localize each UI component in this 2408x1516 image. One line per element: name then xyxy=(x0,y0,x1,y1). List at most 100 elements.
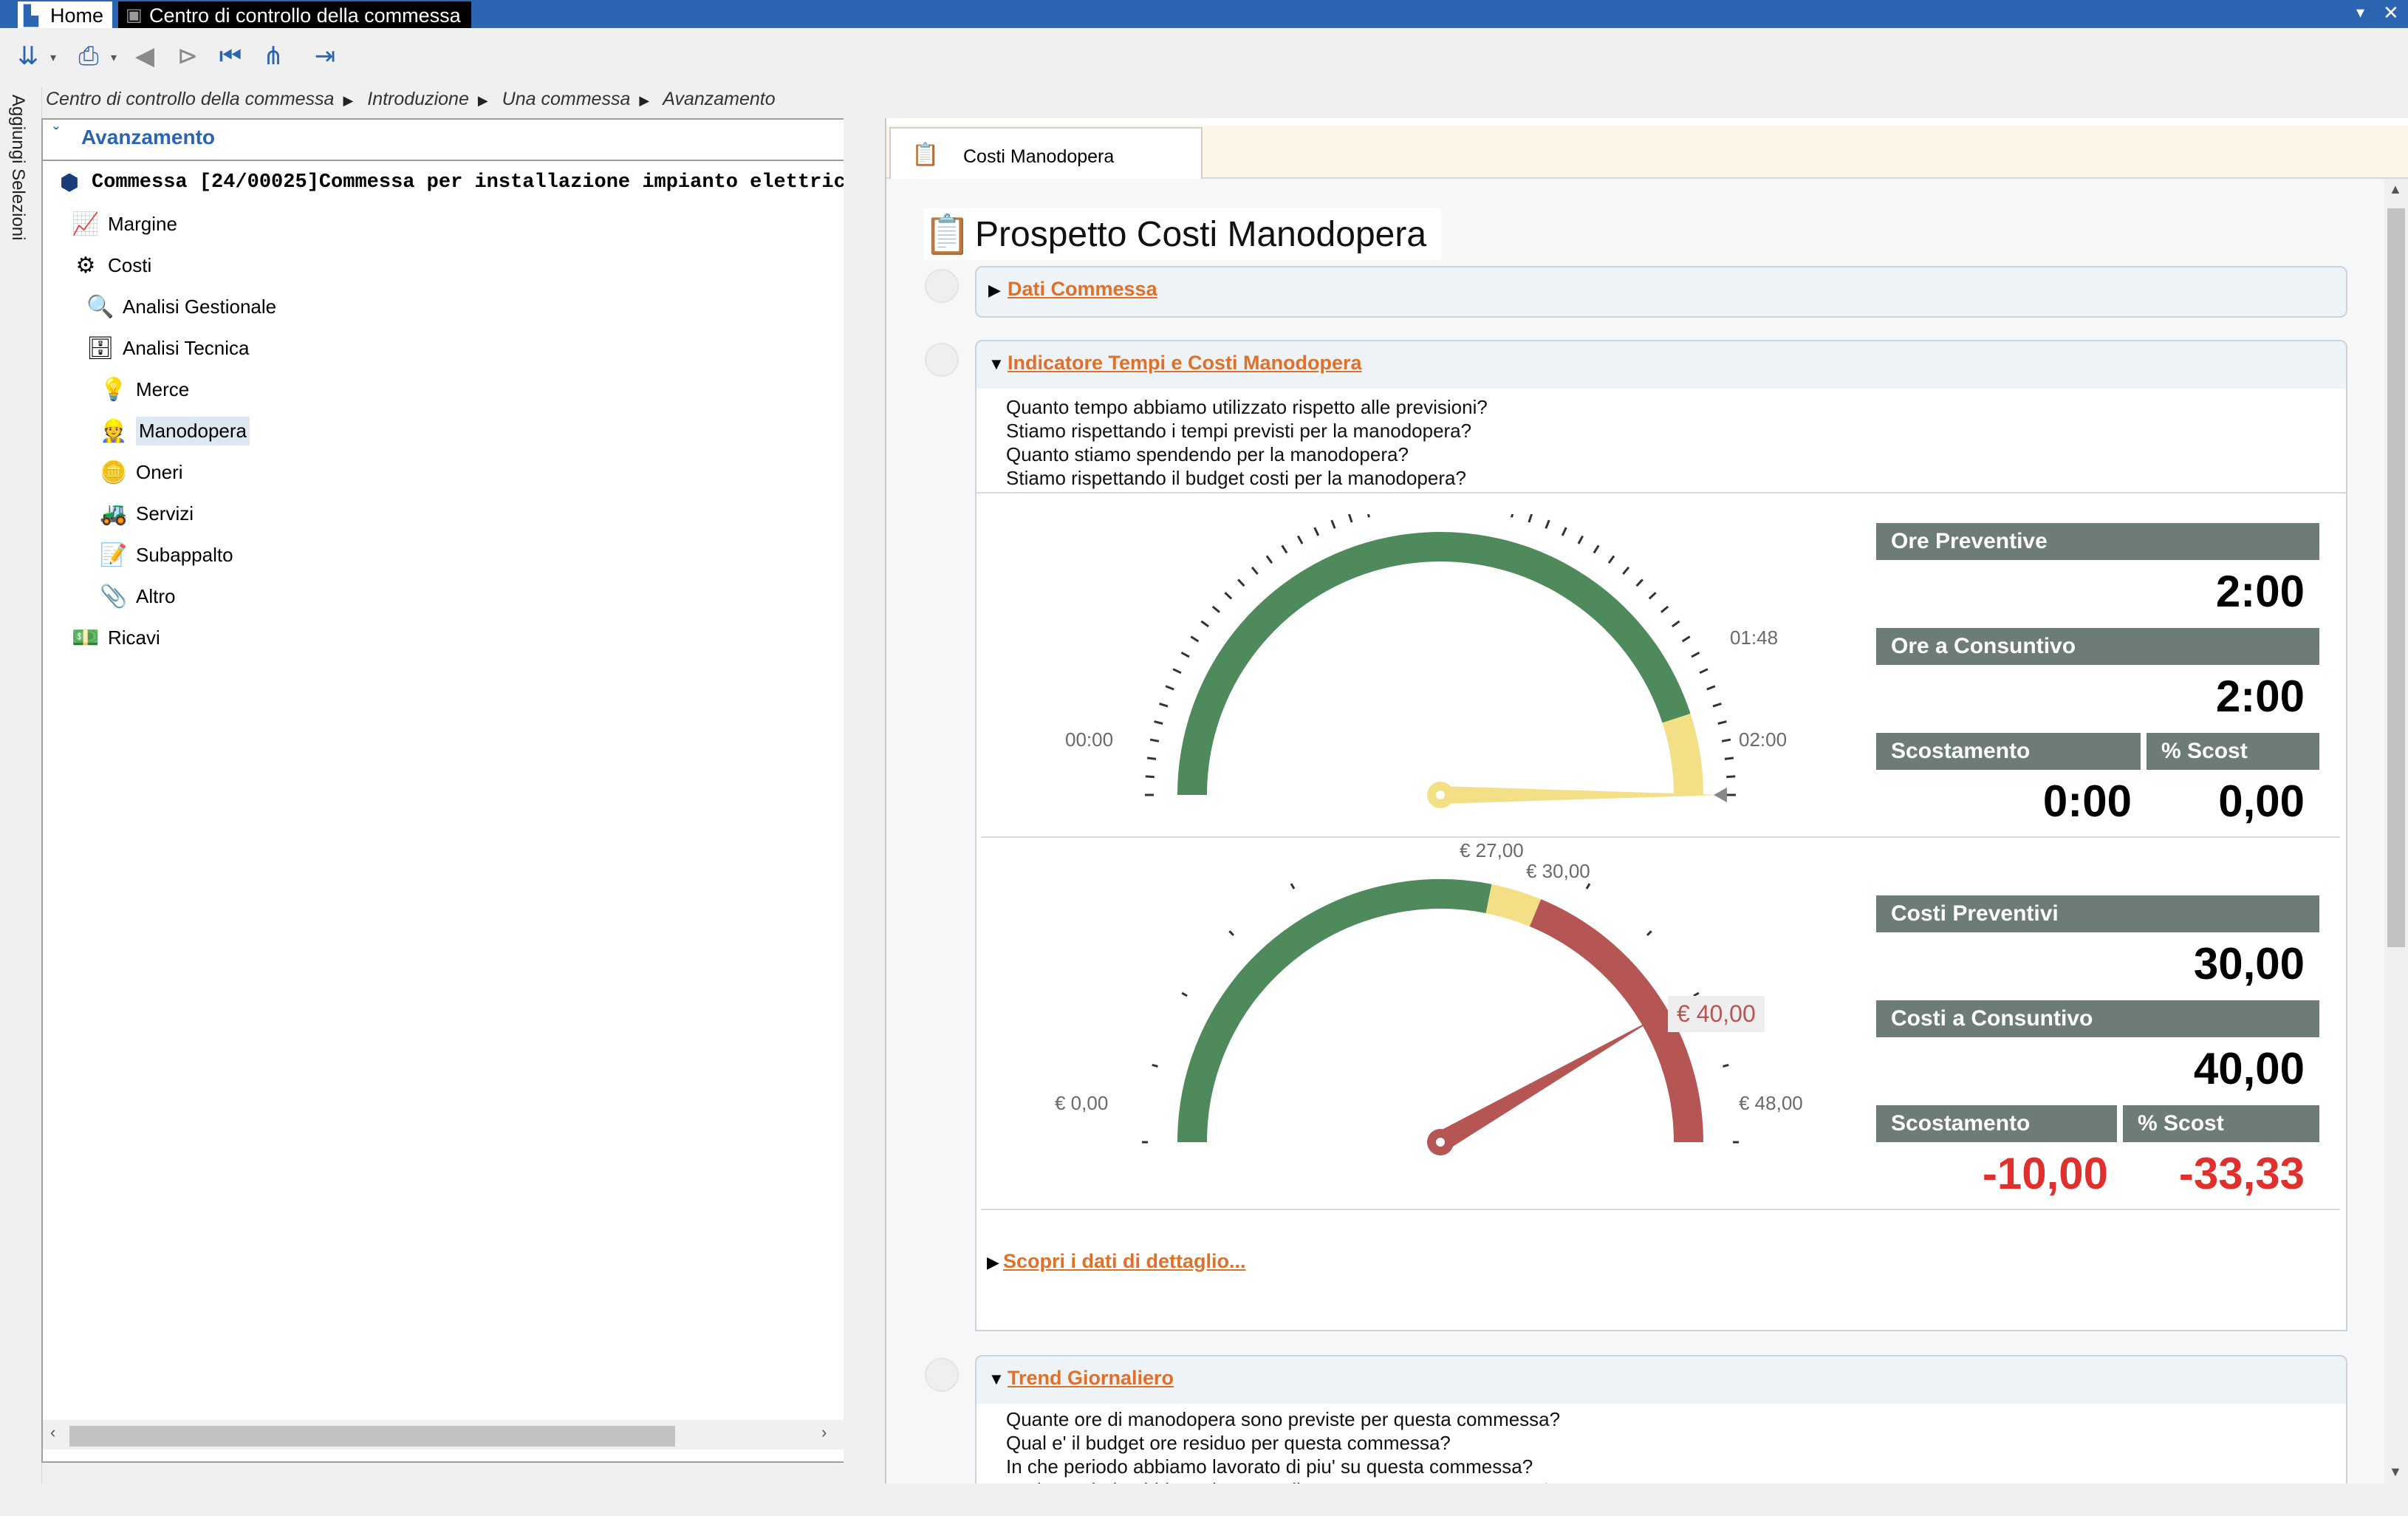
gauge-limit-label: € 30,00 xyxy=(1526,860,1590,882)
tree-item[interactable]: 📈 Margine xyxy=(69,205,177,242)
collapse-triangle-icon[interactable]: ▼ xyxy=(988,1370,1005,1389)
gauge-tick xyxy=(1622,566,1630,575)
scroll-right-icon[interactable]: › xyxy=(821,1423,827,1442)
print-icon[interactable]: ⎙ xyxy=(71,38,106,74)
scrollbar-thumb[interactable] xyxy=(2387,208,2405,947)
collapse-chevron-icon[interactable]: ˇ xyxy=(53,124,59,145)
gauge-band xyxy=(1662,713,1703,796)
perc-scost-costi-value: -33,33 xyxy=(2178,1149,2305,1198)
horizontal-scrollbar[interactable]: ‹ › xyxy=(43,1420,845,1450)
tree-item[interactable]: 👷 Manodopera xyxy=(98,412,250,449)
gauge-tick xyxy=(1691,651,1700,658)
scroll-up-icon[interactable]: ▲ xyxy=(2389,182,2402,197)
minimize-arrow-icon[interactable]: ▾ xyxy=(2356,3,2364,22)
exit-icon[interactable]: ⇥ xyxy=(307,38,343,74)
gauge-tick xyxy=(1721,738,1731,742)
scroll-down-icon[interactable]: ▼ xyxy=(2389,1464,2402,1480)
tree-item-label: Ricavi xyxy=(108,626,160,649)
gauge-tick xyxy=(1200,620,1209,628)
perc-scost-ore-value: 0,00 xyxy=(2218,776,2305,826)
gauge-tick xyxy=(1237,578,1245,587)
ore-consuntivo-header: Ore a Consuntivo xyxy=(1876,628,2319,665)
tab-home[interactable]: ▙ Home xyxy=(18,1,112,28)
tree-item[interactable]: 📎 Altro xyxy=(98,578,175,615)
tree-item[interactable]: 🗄 Analisi Tecnica xyxy=(84,330,250,366)
gauge-tick xyxy=(1681,635,1691,643)
section-dati-commessa[interactable]: ▶ Dati Commessa xyxy=(975,266,2347,318)
breadcrumb: Centro di controllo della commessa ▶ Intr… xyxy=(46,89,784,114)
play-icon[interactable]: ⊳ xyxy=(170,38,205,74)
expand-icon[interactable]: ⇊ xyxy=(10,38,46,74)
report-icon: 📋 xyxy=(911,143,940,167)
first-icon[interactable]: ⏮ xyxy=(213,38,248,74)
tree-item[interactable]: ⬢ Commessa [24/00025]Commessa per install… xyxy=(53,164,917,201)
gauge-tick xyxy=(1724,757,1734,760)
section-title[interactable]: Indicatore Tempi e Costi Manodopera xyxy=(1008,352,1362,375)
hierarchy-icon[interactable]: ⋔ xyxy=(256,38,291,74)
gauge-tick xyxy=(1146,757,1157,760)
ore-consuntivo-value: 2:00 xyxy=(2215,672,2305,721)
gauge-tick xyxy=(1165,685,1174,691)
tree-item[interactable]: 🪙 Oneri xyxy=(98,454,182,491)
gauge-tick xyxy=(1149,738,1160,742)
gauge-value-marker xyxy=(1714,788,1727,802)
tree-item-label: Manodopera xyxy=(136,416,250,445)
gauge-hub-center xyxy=(1436,791,1445,799)
tab-costi-manodopera[interactable]: 📋 Costi Manodopera xyxy=(889,127,1203,180)
costs-icon: ⚙ xyxy=(75,253,96,278)
tree-panel-title: Avanzamento xyxy=(81,126,216,148)
tree-item[interactable]: 🔍 Analisi Gestionale xyxy=(84,288,276,325)
gauge-tick xyxy=(1190,635,1200,643)
scrollbar-thumb[interactable] xyxy=(69,1426,675,1447)
gauge-hub-center xyxy=(1436,1138,1445,1147)
divider xyxy=(981,1209,2340,1210)
collapse-triangle-icon[interactable]: ▼ xyxy=(988,355,1005,374)
gauge-tick xyxy=(1265,555,1273,564)
clipboard-icon: 📋 xyxy=(923,213,971,256)
cabinet-icon: 🗄 xyxy=(86,335,115,361)
scroll-left-icon[interactable]: ‹ xyxy=(50,1423,55,1442)
tree-panel-header[interactable]: ˇ Avanzamento xyxy=(43,120,845,161)
contract-icon: 📝 xyxy=(100,542,128,567)
breadcrumb-item[interactable]: Una commessa xyxy=(502,89,631,109)
back-icon[interactable]: ◀ xyxy=(127,38,163,74)
breadcrumb-item[interactable]: Introduzione xyxy=(367,89,469,109)
section-marker-icon xyxy=(925,343,959,377)
tree-item[interactable]: 💡 Merce xyxy=(98,371,189,408)
tree-item[interactable]: 💵 Ricavi xyxy=(69,619,160,656)
gauge-tick xyxy=(1511,514,1514,518)
tab-costi-manodopera-label: Costi Manodopera xyxy=(963,146,1115,167)
gauge-tick xyxy=(1585,883,1591,890)
section-indicatore[interactable]: ▼ Indicatore Tempi e Costi Manodopera xyxy=(975,340,2347,392)
tree-item[interactable]: 📝 Subappalto xyxy=(98,536,233,573)
tree-item[interactable]: ⚙ Costi xyxy=(69,247,152,284)
breadcrumb-separator-icon: ▶ xyxy=(639,93,650,108)
add-selections-tab[interactable]: Aggiungi Selezioni xyxy=(7,95,28,240)
expand-dropdown-icon[interactable]: ▾ xyxy=(50,50,56,65)
pane-splitter[interactable] xyxy=(844,118,885,1478)
gauge-tick xyxy=(1528,514,1533,523)
perc-scost-ore-header: % Scost xyxy=(2147,733,2319,770)
section-title[interactable]: Dati Commessa xyxy=(1008,278,1157,301)
question-line: Stiamo rispettando il budget costi per l… xyxy=(1006,467,1466,489)
expand-triangle-icon[interactable]: ▶ xyxy=(988,281,1001,300)
print-dropdown-icon[interactable]: ▾ xyxy=(111,50,117,65)
tab-centro-controllo[interactable]: ▣ Centro di controllo della commessa xyxy=(118,1,471,28)
close-icon[interactable]: ✕ xyxy=(2383,1,2399,24)
detail-link[interactable]: Scopri i dati di dettaglio... xyxy=(1003,1250,1246,1273)
breadcrumb-item[interactable]: Avanzamento xyxy=(663,89,775,109)
status-bar xyxy=(41,1483,2408,1516)
expand-triangle-icon[interactable]: ▶ xyxy=(987,1253,999,1272)
tree-item[interactable]: 🚜 Servizi xyxy=(98,495,194,532)
section-title[interactable]: Trend Giornaliero xyxy=(1008,1367,1174,1390)
divider xyxy=(981,836,2340,838)
gauge-warn-label: € 27,00 xyxy=(1460,839,1524,861)
analysis-icon: 🔍 xyxy=(86,294,114,319)
section-trend-body: Quante ore di manodopera sono previste p… xyxy=(975,1404,2347,1485)
vertical-scrollbar[interactable]: ▲ ▼ xyxy=(2384,179,2408,1485)
section-trend-giornaliero[interactable]: ▼ Trend Giornaliero xyxy=(975,1355,2347,1407)
costi-preventivi-value: 30,00 xyxy=(2193,939,2305,989)
tab-home-label: Home xyxy=(50,4,104,27)
question-line: In che periodo abbiamo lavorato di piu' … xyxy=(1006,1455,1533,1478)
breadcrumb-item[interactable]: Centro di controllo della commessa xyxy=(46,89,334,109)
